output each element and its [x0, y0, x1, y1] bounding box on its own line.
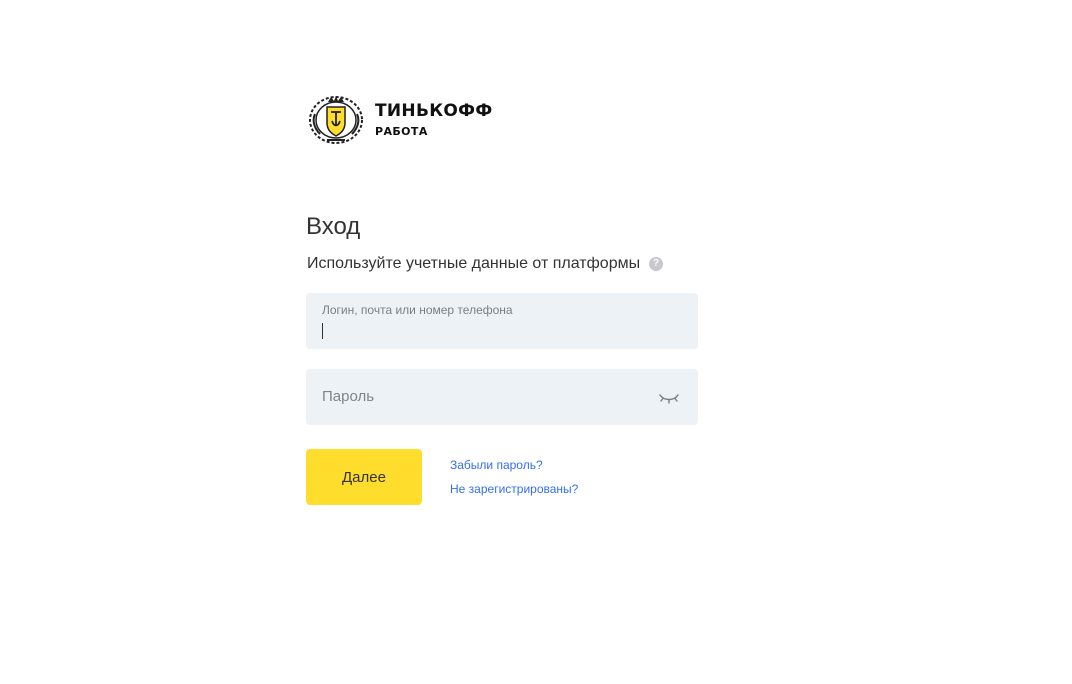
question-circle-icon[interactable]: ? — [649, 257, 664, 271]
tinkoff-emblem-icon — [309, 96, 363, 144]
page-title: Вход — [306, 213, 361, 240]
closed-eye-icon[interactable] — [658, 391, 680, 405]
text-cursor — [322, 323, 323, 339]
next-button[interactable]: Далее — [306, 449, 422, 505]
forgot-password-link[interactable]: Забыли пароль? — [450, 458, 543, 472]
logo: ТИНЬКОФФ РАБОТА — [307, 94, 492, 146]
register-link[interactable]: Не зарегистрированы? — [450, 482, 578, 496]
subtitle-text: Используйте учетные данные от платформы — [307, 255, 641, 272]
login-page: ТИНЬКОФФ РАБОТА Вход Используйте учетные… — [0, 0, 1072, 684]
login-field-label: Логин, почта или номер телефона — [322, 303, 513, 317]
login-field[interactable]: Логин, почта или номер телефона — [306, 293, 698, 349]
logo-brand: ТИНЬКОФФ — [375, 101, 493, 121]
subtitle: Используйте учетные данные от платформы … — [307, 255, 664, 273]
password-field[interactable]: Пароль — [306, 369, 698, 425]
logo-text: ТИНЬКОФФ РАБОТА — [375, 101, 492, 139]
login-input[interactable] — [322, 321, 682, 341]
password-placeholder: Пароль — [322, 388, 375, 405]
logo-product: РАБОТА — [375, 125, 428, 138]
